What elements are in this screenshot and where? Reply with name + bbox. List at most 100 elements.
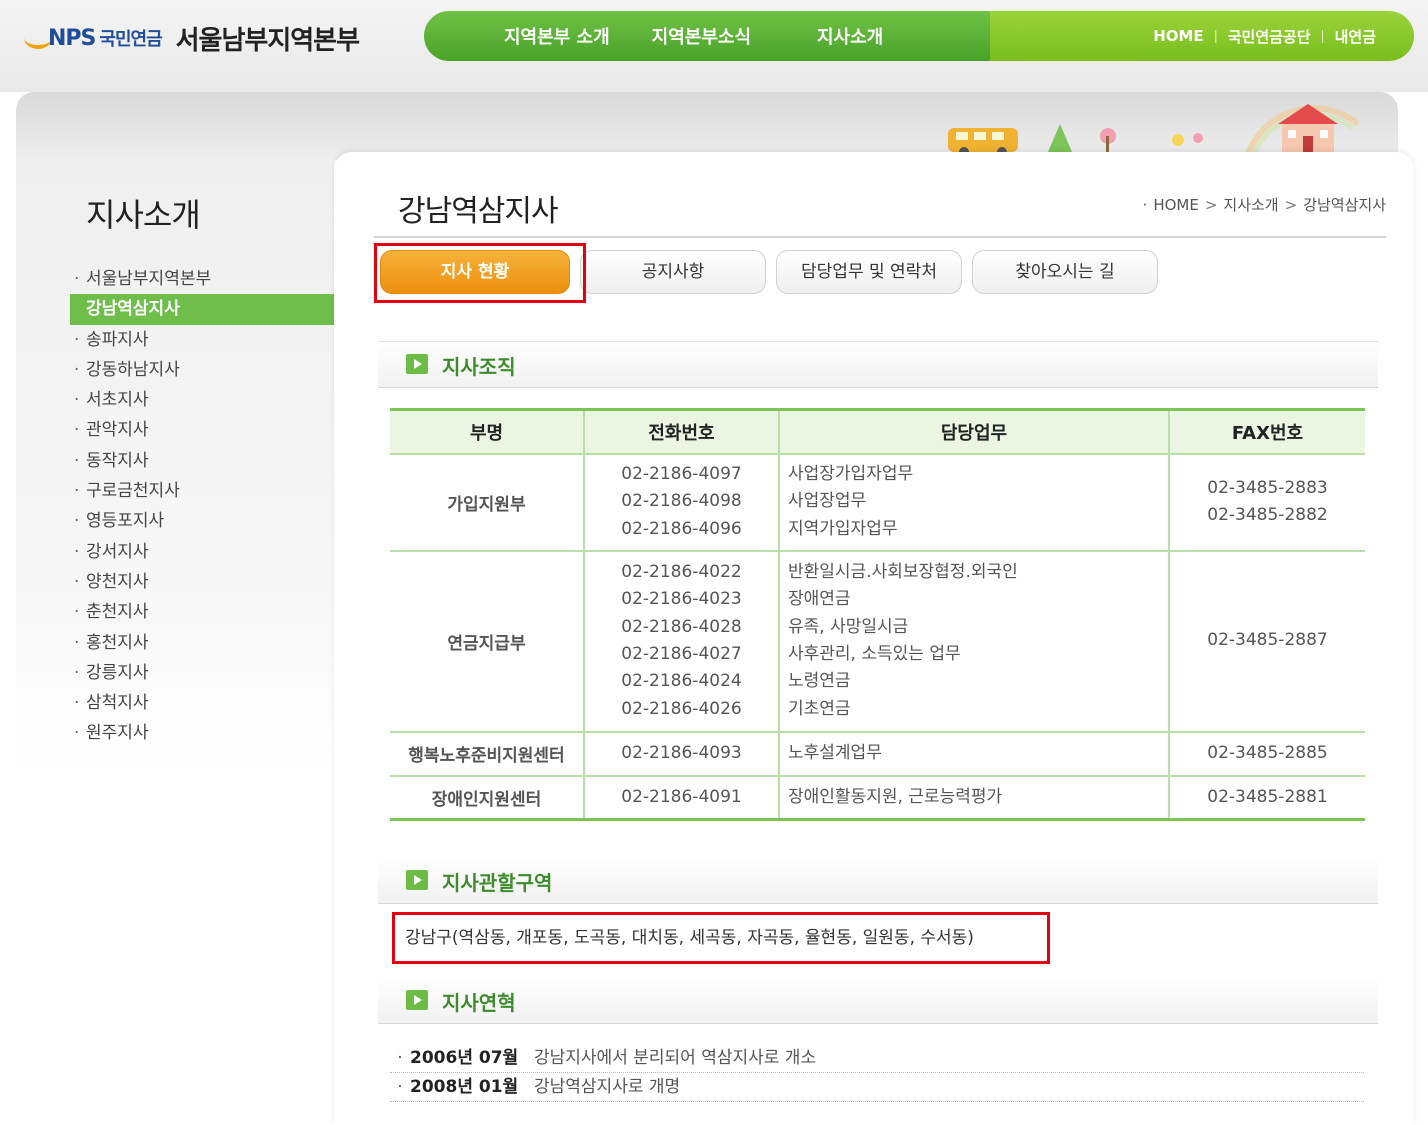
tab-duties-contacts[interactable]: 담당업무 및 연락처 (776, 250, 962, 294)
duty-cell: 사업장가입자업무 사업장업무 지역가입자업무 (778, 453, 1169, 552)
lnb-item-songpa[interactable]: 송파지사 (70, 325, 358, 355)
lnb-list: 서울남부지역본부 강남역삼지사 송파지사 강동하남지사 서초지사 관악지사 동작… (70, 264, 358, 749)
fax-cell: 02-3485-2883 02-3485-2882 (1168, 453, 1365, 552)
global-nav: 지역본부 소개 지역본부소식 지사소개 (424, 11, 1012, 61)
phone-number: 02-2186-4023 (621, 589, 742, 610)
play-arrow-icon (406, 870, 428, 890)
phone-number: 02-2186-4096 (621, 518, 742, 539)
fax-number: 02-3485-2885 (1207, 742, 1328, 763)
dept-cell: 장애인지원센터 (431, 789, 542, 810)
phone-number: 02-2186-4022 (621, 562, 742, 583)
gnb-item-branch-intro[interactable]: 지사소개 (817, 23, 883, 49)
lnb-item-chuncheon[interactable]: 춘천지사 (70, 597, 358, 627)
section-header-history: 지사연혁 (378, 978, 1378, 1024)
history-description: 강남지사에서 분리되어 역삼지사로 개소 (534, 1048, 817, 1068)
lnb-item-seoul-south-hq[interactable]: 서울남부지역본부 (70, 264, 358, 294)
lnb-item-seocho[interactable]: 서초지사 (70, 385, 358, 415)
phone-number: 02-2186-4028 (621, 616, 742, 637)
duty-item: 유족, 사망일시금 (788, 616, 909, 637)
lnb-item-gangdong-hanam[interactable]: 강동하남지사 (70, 355, 358, 385)
phone-number: 02-2186-4026 (621, 698, 742, 719)
column-header-duty: 담당업무 (778, 409, 1169, 455)
fax-cell: 02-3485-2885 (1168, 731, 1365, 777)
fax-cell: 02-3485-2881 (1168, 775, 1365, 820)
dept-cell: 행복노후준비지원센터 (390, 731, 584, 777)
duty-item: 지역가입자업무 (788, 518, 898, 539)
util-nps-link[interactable]: 국민연금공단 (1228, 26, 1311, 47)
breadcrumb: · HOME > 지사소개 > 강남역삼지사 (1143, 194, 1386, 215)
breadcrumb-current: 강남역삼지사 (1303, 196, 1386, 214)
section-header-jurisdiction: 지사관할구역 (378, 858, 1378, 904)
bullet-icon: · (397, 1048, 403, 1068)
duty-item: 반환일시금.사회보장협정.외국인 (788, 562, 1018, 583)
fax-number: 02-3485-2883 (1207, 477, 1328, 498)
util-divider: | (1320, 29, 1325, 43)
section-title-organization: 지사조직 (442, 355, 516, 379)
fax-number: 02-3485-2887 (1207, 630, 1328, 651)
phone-cell: 02-2186-4093 (583, 731, 779, 777)
table-row: 행복노후준비지원센터 02-2186-4093 노후설계업무 02-3485-2… (390, 731, 1365, 777)
phone-number: 02-2186-4093 (621, 742, 742, 763)
history-list: · 2006년 07월 강남지사에서 분리되어 역삼지사로 개소 · 2008년… (390, 1044, 1364, 1102)
history-item: · 2006년 07월 강남지사에서 분리되어 역삼지사로 개소 (390, 1044, 1364, 1073)
phone-number: 02-2186-4091 (621, 786, 742, 807)
dept-cell: 연금지급부 (390, 550, 584, 733)
lnb-item-guro-geumcheon[interactable]: 구로금천지사 (70, 476, 358, 506)
duty-item: 사후관리, 소득있는 업무 (788, 644, 961, 664)
lnb-item-samcheok[interactable]: 삼척지사 (70, 688, 358, 718)
gnb-item-region-intro[interactable]: 지역본부 소개 (504, 23, 610, 49)
visual-banner (16, 92, 1398, 160)
util-my-pension-link[interactable]: 내연금 (1335, 26, 1376, 47)
organization-table: 부명 전화번호 담당업무 FAX번호 가입지원부 02-2186-4097 02… (390, 408, 1365, 821)
gnb-item-region-news[interactable]: 지역본부소식 (652, 23, 751, 49)
left-nav: 지사소개 서울남부지역본부 강남역삼지사 송파지사 강동하남지사 서초지사 관악… (16, 160, 358, 772)
bullet-icon: · (397, 1077, 403, 1097)
breadcrumb-branch-intro[interactable]: 지사소개 (1223, 194, 1278, 215)
lnb-item-wonju[interactable]: 원주지사 (70, 718, 358, 748)
town-illustration-icon (948, 104, 1360, 156)
lnb-item-gangnam-yeoksam[interactable]: 강남역삼지사 (70, 294, 358, 325)
phone-number: 02-2186-4027 (621, 644, 742, 664)
tab-directions[interactable]: 찾아오시는 길 (972, 250, 1158, 294)
phone-cell: 02-2186-4091 (583, 775, 779, 820)
duty-cell: 반환일시금.사회보장협정.외국인 장애연금 유족, 사망일시금 사후관리, 소득… (778, 550, 1169, 733)
chevron-right-icon: > (1284, 195, 1298, 214)
phone-number: 02-2186-4024 (621, 671, 742, 692)
dept-cell: 가입지원부 (390, 453, 584, 552)
header: NPS 국민연금 서울남부지역본부 지역본부 소개 지역본부소식 지사소개 HO… (0, 0, 1428, 92)
play-arrow-icon (406, 354, 428, 374)
util-divider: | (1213, 29, 1218, 43)
table-row: 연금지급부 02-2186-4022 02-2186-4023 02-2186-… (390, 550, 1365, 733)
region-title: 서울남부지역본부 (175, 25, 360, 56)
history-date: 2008년 01월 (410, 1077, 519, 1097)
lnb-item-gwanak[interactable]: 관악지사 (70, 415, 358, 445)
table-header-row: 부명 전화번호 담당업무 FAX번호 (390, 409, 1365, 455)
lnb-item-hongcheon[interactable]: 홍천지사 (70, 628, 358, 658)
table-row: 가입지원부 02-2186-4097 02-2186-4098 02-2186-… (390, 453, 1365, 552)
lnb-item-yeongdeungpo[interactable]: 영등포지사 (70, 506, 358, 536)
util-home-link[interactable]: HOME (1153, 27, 1203, 45)
section-title-jurisdiction: 지사관할구역 (442, 871, 553, 895)
logo-nps-text: NPS (48, 25, 96, 51)
column-header-phone: 전화번호 (583, 409, 779, 455)
section-header-organization: 지사조직 (378, 342, 1378, 388)
duty-item: 장애연금 (788, 589, 851, 610)
history-description: 강남역삼지사로 개명 (534, 1077, 681, 1097)
fax-number: 02-3485-2882 (1207, 505, 1328, 525)
jurisdiction-area-text: 강남구(역삼동, 개포동, 도곡동, 대치동, 세곡동, 자곡동, 율현동, 일… (392, 912, 1050, 964)
phone-cell: 02-2186-4022 02-2186-4023 02-2186-4028 0… (583, 550, 779, 733)
highlight-box-tab (374, 243, 586, 303)
lnb-item-yangcheon[interactable]: 양천지사 (70, 567, 358, 597)
tab-notices[interactable]: 공지사항 (580, 250, 766, 294)
duty-item: 노후설계업무 (788, 742, 882, 763)
logo-korean-text: 국민연금 (99, 29, 162, 50)
fax-number: 02-3485-2881 (1207, 786, 1328, 807)
phone-cell: 02-2186-4097 02-2186-4098 02-2186-4096 (583, 453, 779, 552)
duty-cell: 장애인활동지원, 근로능력평가 (778, 775, 1169, 820)
breadcrumb-home[interactable]: HOME (1153, 196, 1199, 214)
phone-number: 02-2186-4098 (621, 491, 742, 512)
nps-logo[interactable]: NPS 국민연금 서울남부지역본부 (24, 18, 360, 58)
lnb-item-gangseo[interactable]: 강서지사 (70, 537, 358, 567)
lnb-item-dongjak[interactable]: 동작지사 (70, 446, 358, 476)
lnb-item-gangneung[interactable]: 강릉지사 (70, 658, 358, 688)
